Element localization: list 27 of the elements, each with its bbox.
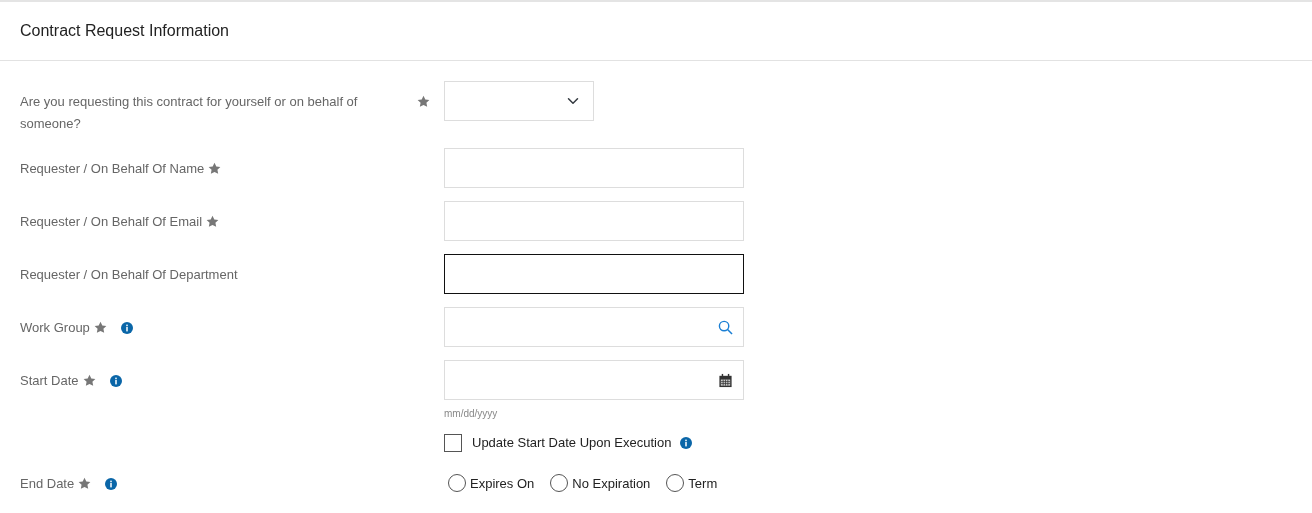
field-label: Requester / On Behalf Of Email (20, 213, 203, 231)
text-field[interactable] (444, 254, 744, 294)
field-label: Are you requesting this contract for yourself or on behalf of someone? (20, 93, 359, 133)
radio-label[interactable]: Expires On (470, 473, 535, 493)
info-icon[interactable] (105, 477, 118, 490)
field-label: Requester / On Behalf Of Name (20, 160, 205, 178)
date-field[interactable] (444, 360, 744, 400)
checkbox[interactable] (444, 433, 462, 452)
radio-label[interactable]: No Expiration (572, 473, 651, 493)
field-label: End Date (20, 474, 75, 493)
info-icon[interactable] (109, 375, 122, 387)
radio-label[interactable]: Term (688, 473, 718, 493)
date-format-hint: mm/dd/yyyy (444, 408, 499, 420)
search-icon[interactable] (718, 319, 733, 335)
calendar-icon[interactable] (718, 372, 733, 388)
radio-button[interactable] (550, 474, 569, 493)
field-label: Work Group (20, 319, 90, 337)
checkbox-label[interactable]: Update Start Date Upon Execution (472, 433, 672, 453)
dropdown-field[interactable] (444, 81, 594, 121)
lookup-field[interactable] (444, 307, 744, 347)
info-icon[interactable] (680, 436, 693, 449)
field-label: Start Date (20, 372, 79, 390)
radio-button[interactable] (448, 474, 466, 493)
radio-button[interactable] (666, 474, 685, 493)
section-title: Contract Request Information (20, 21, 229, 41)
info-icon[interactable] (120, 322, 133, 334)
field-label: Requester / On Behalf Of Department (20, 266, 238, 284)
